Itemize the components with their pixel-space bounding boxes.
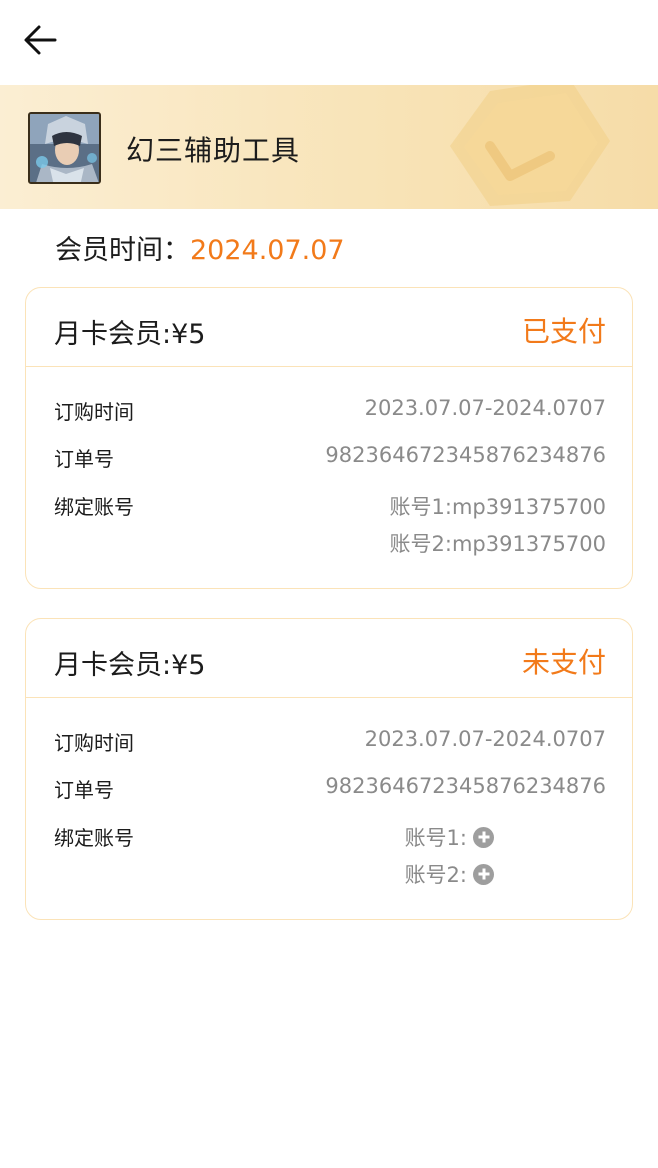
app-banner: 幻三辅助工具: [0, 85, 658, 209]
order-no-value: 98236467234587623487​6: [325, 774, 606, 798]
app-name: 幻三辅助工具: [126, 134, 301, 167]
bound-accounts-label: 绑定账号: [54, 495, 134, 519]
bound-accounts-row: 绑定账号 账号1:mp391375700: [54, 491, 606, 521]
payment-status: 已支付: [521, 315, 606, 348]
bound-accounts-row: 绑定账号: [54, 822, 606, 852]
account-2-slot: 账号2:: [405, 859, 494, 889]
order-no-value: 98236467234587623487​6: [325, 443, 606, 467]
account-2-value: 账号2:mp391375700: [389, 532, 606, 556]
order-no-row: 订单号 98236467234587623487​6: [54, 443, 606, 473]
order-title: 月卡会员:¥5: [54, 650, 206, 681]
order-no-label: 订单号: [54, 778, 114, 802]
bound-accounts-label: 绑定账号: [54, 826, 134, 850]
avatar: [28, 112, 101, 184]
account-2-label: 账号2:: [404, 863, 467, 887]
order-card: 月卡会员:¥5 未支付 订购时间 2023.07.07-2024.0707 订单…: [25, 618, 633, 920]
order-time-row: 订购时间 2023.07.07-2024.0707: [54, 727, 606, 757]
top-bar: [0, 0, 658, 85]
order-time-label: 订购时间: [54, 731, 134, 755]
hexagon-checkmark-icon: [450, 85, 610, 206]
order-card-header: 月卡会员:¥5 未支付: [26, 619, 632, 698]
payment-status: 未支付: [521, 646, 606, 679]
order-time-label: 订购时间: [54, 400, 134, 424]
membership-time: 会员时间：2024.07.07: [55, 228, 345, 267]
add-account-2-icon[interactable]: [473, 863, 494, 885]
order-title: 月卡会员:¥5: [54, 319, 206, 350]
order-card-header: 月卡会员:¥5 已支付: [26, 288, 632, 367]
order-no-row: 订单号 98236467234587623487​6: [54, 774, 606, 804]
order-card: 月卡会员:¥5 已支付 订购时间 2023.07.07-2024.0707 订单…: [25, 287, 633, 589]
arrow-left-icon[interactable]: [22, 22, 58, 58]
order-no-label: 订单号: [54, 447, 114, 471]
add-account-1-icon[interactable]: [473, 826, 494, 848]
account-1-slot: 账号1:: [405, 822, 494, 852]
account-1-value: 账号1:mp391375700: [389, 495, 606, 519]
order-time-value: 2023.07.07-2024.0707: [364, 396, 606, 420]
membership-label: 会员时间：: [55, 235, 190, 266]
order-time-row: 订购时间 2023.07.07-2024.0707: [54, 396, 606, 426]
order-time-value: 2023.07.07-2024.0707: [364, 727, 606, 751]
account-1-label: 账号1:: [404, 826, 467, 850]
membership-date: 2024.07.07: [190, 235, 345, 266]
